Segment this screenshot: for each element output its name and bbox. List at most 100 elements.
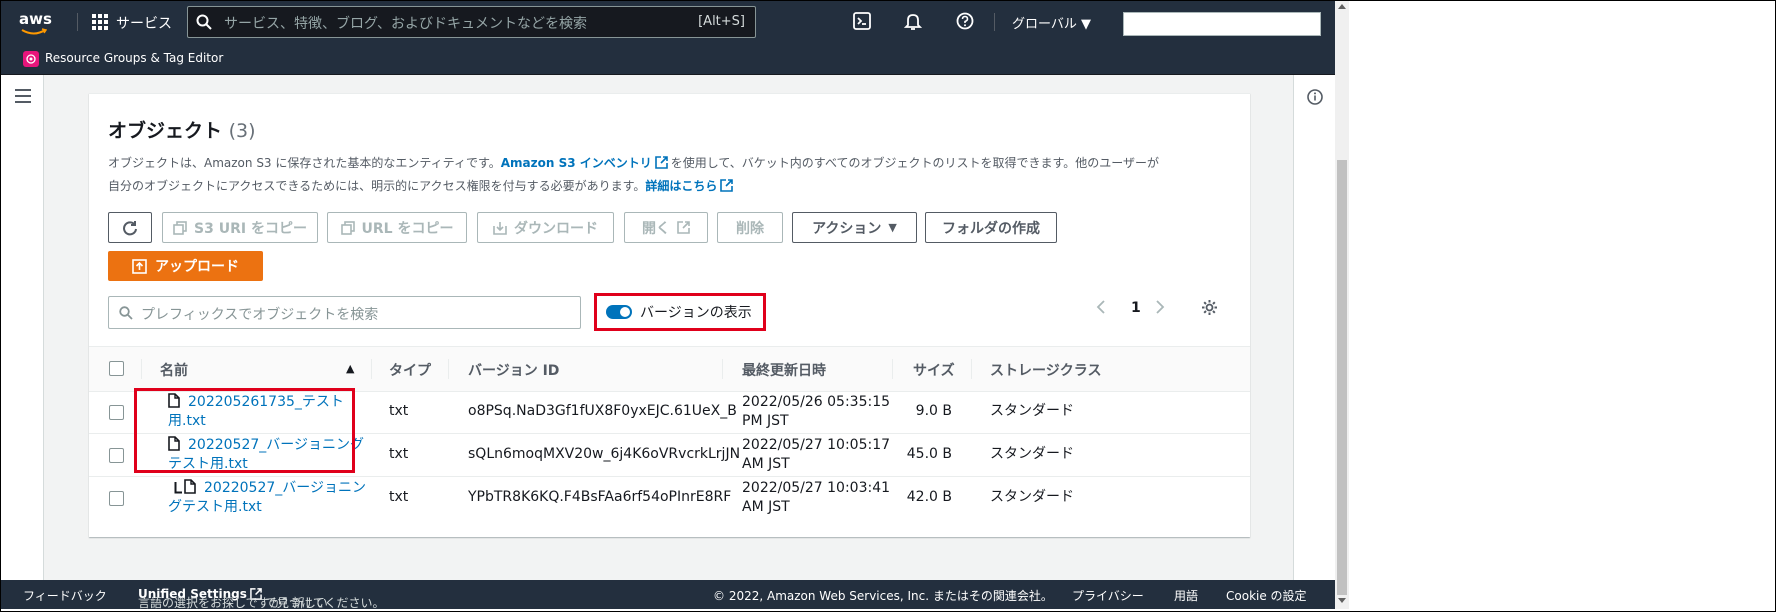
actions-label: アクション — [812, 220, 882, 237]
row-checkbox[interactable] — [109, 491, 124, 506]
copy-icon — [340, 220, 355, 235]
objects-table-header: 名前 ▲ タイプ バージョン ID 最終更新日時 サイズ ストレージクラス — [89, 346, 1250, 392]
storage-class: スタンダード — [990, 489, 1074, 505]
aws-smile-icon — [21, 28, 47, 35]
objects-title: オブジェクト — [108, 120, 223, 142]
create-folder-button[interactable]: フォルダの作成 — [925, 212, 1057, 243]
learn-more-link[interactable]: 詳細はこちら — [645, 179, 717, 193]
column-header-storage-class[interactable]: ストレージクラス — [990, 360, 1101, 380]
column-header-size[interactable]: サイズ — [913, 360, 955, 380]
delete-button[interactable]: 削除 — [717, 212, 783, 243]
chevron-left-icon[interactable] — [1096, 299, 1106, 315]
description-text: 自分のオブジェクトにアクセスできるためには、明示的にアクセス権限を付与する必要が… — [108, 179, 646, 193]
column-divider — [448, 359, 449, 379]
external-link-icon — [654, 156, 668, 169]
open-button[interactable]: 開く — [624, 212, 708, 243]
region-label: グローバル — [1012, 17, 1077, 32]
cookie-settings-link[interactable]: Cookie の設定 — [1226, 587, 1307, 604]
language-notice-text: で見つけてください。 — [264, 596, 385, 609]
aws-logo[interactable]: aws — [19, 10, 52, 28]
refresh-button[interactable] — [108, 212, 152, 243]
create-folder-label: フォルダの作成 — [942, 220, 1040, 237]
search-icon — [119, 306, 133, 320]
tools-panel-rail — [1293, 75, 1335, 581]
file-icon — [184, 479, 196, 494]
row-checkbox[interactable] — [109, 405, 124, 420]
search-shortcut: [Alt+S] — [698, 14, 745, 29]
column-header-version-id[interactable]: バージョン ID — [468, 360, 559, 380]
menu-hamburger-icon[interactable] — [15, 89, 31, 103]
version-branch-icon — [174, 482, 182, 494]
upload-button[interactable]: アップロード — [108, 251, 263, 281]
version-id: YPbTR8K6KQ.F4BsFAa6rf54oPInrE8RF — [468, 489, 732, 505]
last-modified-line: 2022/05/27 10:03:41 — [742, 480, 891, 496]
last-modified-line: PM JST — [742, 413, 789, 429]
s3-inventory-link[interactable]: Amazon S3 インベントリ — [501, 156, 652, 170]
objects-count: (3) — [228, 120, 256, 142]
column-header-last-modified[interactable]: 最終更新日時 — [742, 360, 826, 380]
actions-dropdown[interactable]: アクション ▼ — [792, 212, 917, 243]
divider — [77, 13, 78, 31]
last-modified: 2022/05/26 05:35:15 PM JST — [742, 393, 890, 431]
services-menu-button[interactable]: サービス — [116, 13, 172, 33]
copy-icon — [173, 220, 187, 235]
side-navigation — [1, 75, 44, 581]
column-header-name[interactable]: 名前 — [160, 360, 188, 380]
scroll-down-arrow-icon[interactable] — [1338, 598, 1346, 603]
toggle-knob — [620, 307, 630, 317]
storage-class: スタンダード — [990, 403, 1074, 419]
refresh-icon — [123, 220, 137, 235]
account-menu[interactable] — [1123, 12, 1321, 36]
copy-url-button[interactable]: URL をコピー — [327, 212, 467, 243]
terms-link[interactable]: 用語 — [1174, 587, 1198, 604]
table-row[interactable]: 20220527_バージョニン グテスト用.txt txt YPbTR8K6KQ.… — [89, 476, 1250, 519]
resource-groups-icon — [23, 51, 39, 67]
version-id: o8PSq.NaD3Gf1fUX8F0yxEJC.61UeX_B — [468, 403, 737, 419]
object-type: txt — [389, 489, 409, 505]
search-icon — [196, 14, 212, 30]
help-icon[interactable] — [956, 12, 974, 30]
row-checkbox[interactable] — [109, 448, 124, 463]
download-icon — [493, 221, 507, 235]
download-label: ダウンロード — [514, 220, 598, 237]
global-search-input[interactable]: サービス、特徴、ブログ、およびドキュメントなどを検索 [Alt+S] — [187, 6, 756, 38]
sort-ascending-icon[interactable]: ▲ — [346, 362, 354, 375]
version-id: sQLn6moqMXV20w_6j4K6oVRvcrkLrjJN — [468, 446, 741, 462]
page-number[interactable]: 1 — [1131, 300, 1141, 316]
object-name-line: 20220527_バージョニン — [204, 480, 366, 496]
notifications-bell-icon[interactable] — [904, 12, 922, 30]
search-placeholder: サービス、特徴、ブログ、およびドキュメントなどを検索 — [224, 16, 588, 32]
feedback-link[interactable]: フィードバック — [23, 587, 107, 604]
column-divider — [371, 359, 372, 379]
console-footer: フィードバック 言語の選択をお探しですか? 新しい Unified Settin… — [1, 580, 1335, 609]
scroll-up-arrow-icon[interactable] — [1338, 4, 1346, 9]
last-modified: 2022/05/27 10:05:17 AM JST — [742, 436, 890, 474]
copy-url-label: URL をコピー — [361, 220, 454, 237]
services-grid-icon[interactable] — [92, 14, 108, 30]
copy-s3-uri-button[interactable]: S3 URI をコピー — [162, 212, 318, 243]
prefix-search-placeholder: プレフィックスでオブジェクトを検索 — [141, 307, 379, 323]
object-name-link[interactable]: 20220527_バージョニングテスト用.txt — [168, 479, 378, 517]
column-header-type[interactable]: タイプ — [389, 360, 431, 380]
objects-heading: オブジェクト (3) — [108, 116, 256, 143]
delete-label: 削除 — [736, 220, 764, 237]
privacy-link[interactable]: プライバシー — [1072, 587, 1144, 604]
column-divider — [892, 359, 893, 379]
resource-groups-link[interactable]: Resource Groups & Tag Editor — [45, 51, 223, 65]
cloudshell-icon[interactable] — [853, 12, 871, 30]
chevron-right-icon[interactable] — [1155, 299, 1165, 315]
divider — [994, 13, 995, 31]
settings-gear-icon[interactable] — [1201, 299, 1218, 316]
region-selector[interactable]: グローバル ▼ — [1012, 13, 1091, 32]
last-modified-line: AM JST — [742, 499, 790, 515]
info-icon[interactable] — [1307, 89, 1323, 105]
object-type: txt — [389, 446, 409, 462]
select-all-checkbox[interactable] — [109, 361, 124, 376]
show-versions-toggle[interactable] — [606, 305, 632, 319]
prefix-search-input[interactable]: プレフィックスでオブジェクトを検索 — [108, 296, 581, 329]
show-versions-highlight: バージョンの表示 — [594, 293, 766, 331]
versioned-objects-highlight — [134, 388, 355, 473]
scrollbar-thumb[interactable] — [1337, 160, 1347, 595]
objects-description: オブジェクトは、Amazon S3 に保存された基本的なエンティティです。Ama… — [108, 152, 1228, 198]
download-button[interactable]: ダウンロード — [477, 212, 614, 243]
